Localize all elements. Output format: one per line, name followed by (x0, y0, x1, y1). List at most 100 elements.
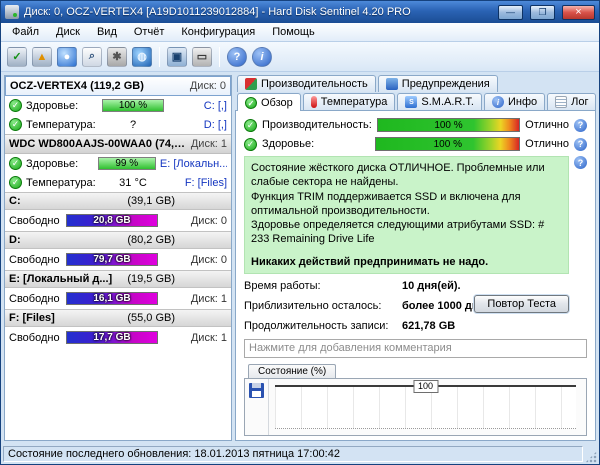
globe-icon[interactable]: ◍ (132, 47, 152, 67)
tab-log[interactable]: Лог (547, 93, 596, 110)
health-ok-icon: ✓ (9, 157, 22, 170)
temperature-value: ? (102, 119, 164, 131)
tab-info[interactable]: i Инфо (484, 93, 545, 110)
disk-name: WDC WD800AAJS-00WAA0 (74,5 GB) (9, 138, 187, 150)
menu-item-report[interactable]: Отчёт (126, 24, 172, 40)
secondary-tab-row: Производительность Предупреждения (235, 75, 596, 92)
temperature-row: ✓ Температура: ? D: [,] (5, 115, 231, 134)
menu-item-help[interactable]: Помощь (264, 24, 323, 40)
partition-disk-number: Диск: 1 (191, 332, 227, 344)
partition-free-row: Свободно 20,8 GB Диск: 0 (5, 210, 231, 231)
menu-item-disk[interactable]: Диск (48, 24, 88, 40)
menu-item-configuration[interactable]: Конфигурация (173, 24, 263, 40)
disk-number: Диск: 1 (191, 138, 227, 150)
partition-disk-number: Диск: 1 (191, 293, 227, 305)
check-icon: ✓ (245, 97, 257, 109)
resize-grip[interactable] (585, 451, 597, 463)
detail-panel: Производительность Предупреждения ✓ Обзо… (235, 75, 596, 441)
partition-entry-header[interactable]: D: (80,2 GB) (5, 231, 231, 249)
health-bar: 100 % (375, 137, 520, 151)
partition-entry-header[interactable]: F: [Files] (55,0 GB) (5, 309, 231, 327)
partition-size: (19,5 GB) (127, 273, 175, 285)
menu-item-file[interactable]: Файл (4, 24, 47, 40)
tab-performance[interactable]: Производительность (237, 75, 376, 92)
partition-entry-header[interactable]: C: (39,1 GB) (5, 192, 231, 210)
partition-entry-header[interactable]: E: [Локальный д...] (19,5 GB) (5, 270, 231, 288)
uptime-value: 10 дня(ей). (402, 279, 461, 294)
remaining-label: Приблизительно осталось: (244, 299, 402, 314)
free-space-bar: 16,1 GB (66, 292, 158, 305)
retest-button[interactable]: Повтор Теста (474, 295, 569, 313)
free-label: Свободно (9, 254, 61, 266)
partition-free-row: Свободно 79,7 GB Диск: 0 (5, 249, 231, 270)
disk-entry-header[interactable]: WDC WD800AAJS-00WAA0 (74,5 GB) Диск: 1 (5, 134, 231, 154)
written-label: Продолжительность записи: (244, 319, 402, 334)
written-row: Продолжительность записи: 621,78 GB (244, 319, 587, 334)
partition-letter[interactable]: F: [Files] (185, 177, 227, 189)
chart-box: 100 (244, 378, 587, 436)
help-icon[interactable]: ? (227, 47, 247, 67)
title-bar: Диск: 0, OCZ-VERTEX4 [A19D1011239012884]… (1, 1, 599, 23)
temperature-ok-icon: ✓ (9, 118, 22, 131)
info-tab-icon: i (492, 96, 504, 108)
health-help-icon[interactable]: ? (574, 138, 587, 151)
thermometer-icon (311, 96, 317, 108)
temperature-ok-icon: ✓ (9, 176, 22, 189)
written-value: 621,78 GB (402, 319, 455, 334)
monitor-icon[interactable]: ▣ (167, 47, 187, 67)
temperature-row: ✓ Температура: 31 °C F: [Files] (5, 173, 231, 192)
uptime-label: Время работы: (244, 279, 402, 294)
health-label: Здоровье: (262, 138, 370, 150)
status-bar: Состояние последнего обновления: 18.01.2… (1, 444, 599, 464)
main-area: OCZ-VERTEX4 (119,2 GB) Диск: 0 ✓ Здоровь… (1, 72, 599, 444)
menu-bar: Файл Диск Вид Отчёт Конфигурация Помощь (1, 23, 599, 42)
temperature-label: Температура: (26, 119, 98, 131)
partition-name: D: (9, 234, 21, 246)
chart-tab[interactable]: Состояние (%) (248, 364, 336, 378)
window-title: Диск: 0, OCZ-VERTEX4 [A19D1011239012884]… (24, 6, 491, 18)
disk-number: Диск: 0 (190, 80, 226, 92)
status-text-row: Состояние жёсткого диска ОТЛИЧНОЕ. Пробл… (244, 156, 587, 274)
partition-letter[interactable]: C: [,] (204, 100, 227, 112)
tab-smart[interactable]: S S.M.A.R.T. (397, 93, 482, 110)
chart-value-label: 100 (413, 380, 438, 393)
chart-plot-area: 100 (275, 385, 576, 429)
search-icon[interactable]: ⌕ (82, 47, 102, 67)
save-chart-icon[interactable] (249, 383, 264, 398)
performance-bar: 100 % (377, 118, 520, 132)
comment-input[interactable] (244, 339, 587, 358)
minimize-button[interactable]: — (498, 5, 523, 20)
info-icon[interactable]: i (252, 47, 272, 67)
partition-name: E: [Локальный д...] (9, 273, 112, 285)
tab-label: Температура (321, 96, 388, 108)
tab-temperature[interactable]: Температура (303, 93, 396, 110)
tab-alerts[interactable]: Предупреждения (378, 75, 498, 92)
free-space-bar: 20,8 GB (66, 214, 158, 227)
performance-label: Производительность: (262, 119, 372, 131)
disk-status-icon[interactable]: ✓ (7, 47, 27, 67)
maximize-button[interactable]: ❐ (530, 5, 555, 20)
log-icon (555, 96, 567, 108)
usb-device-icon[interactable]: ▭ (192, 47, 212, 67)
tab-label: Обзор (261, 97, 293, 109)
status-chart: Состояние (%) 100 (244, 364, 587, 436)
menu-item-view[interactable]: Вид (89, 24, 125, 40)
disk-entry-header[interactable]: OCZ-VERTEX4 (119,2 GB) Диск: 0 (5, 76, 231, 96)
health-label: Здоровье: (26, 100, 98, 112)
tab-overview[interactable]: ✓ Обзор (237, 93, 301, 111)
toolbar-separator (219, 47, 220, 67)
performance-help-icon[interactable]: ? (574, 119, 587, 132)
clock-icon[interactable]: ● (57, 47, 77, 67)
performance-ok-icon: ✓ (244, 119, 257, 132)
tab-label: Предупреждения (402, 78, 490, 90)
partition-letter[interactable]: D: [,] (204, 119, 227, 131)
settings-gear-icon[interactable]: ✱ (107, 47, 127, 67)
close-button[interactable]: × (562, 5, 595, 20)
surface-test-icon[interactable]: ▲ (32, 47, 52, 67)
status-help-icon[interactable]: ? (574, 156, 587, 169)
health-row: ✓ Здоровье: 100 % C: [,] (5, 96, 231, 115)
temperature-value: 31 °C (102, 177, 164, 189)
partition-letter[interactable]: E: [Локальн...] (160, 158, 227, 170)
smart-icon: S (405, 96, 417, 108)
partition-free-row: Свободно 17,7 GB Диск: 1 (5, 327, 231, 348)
